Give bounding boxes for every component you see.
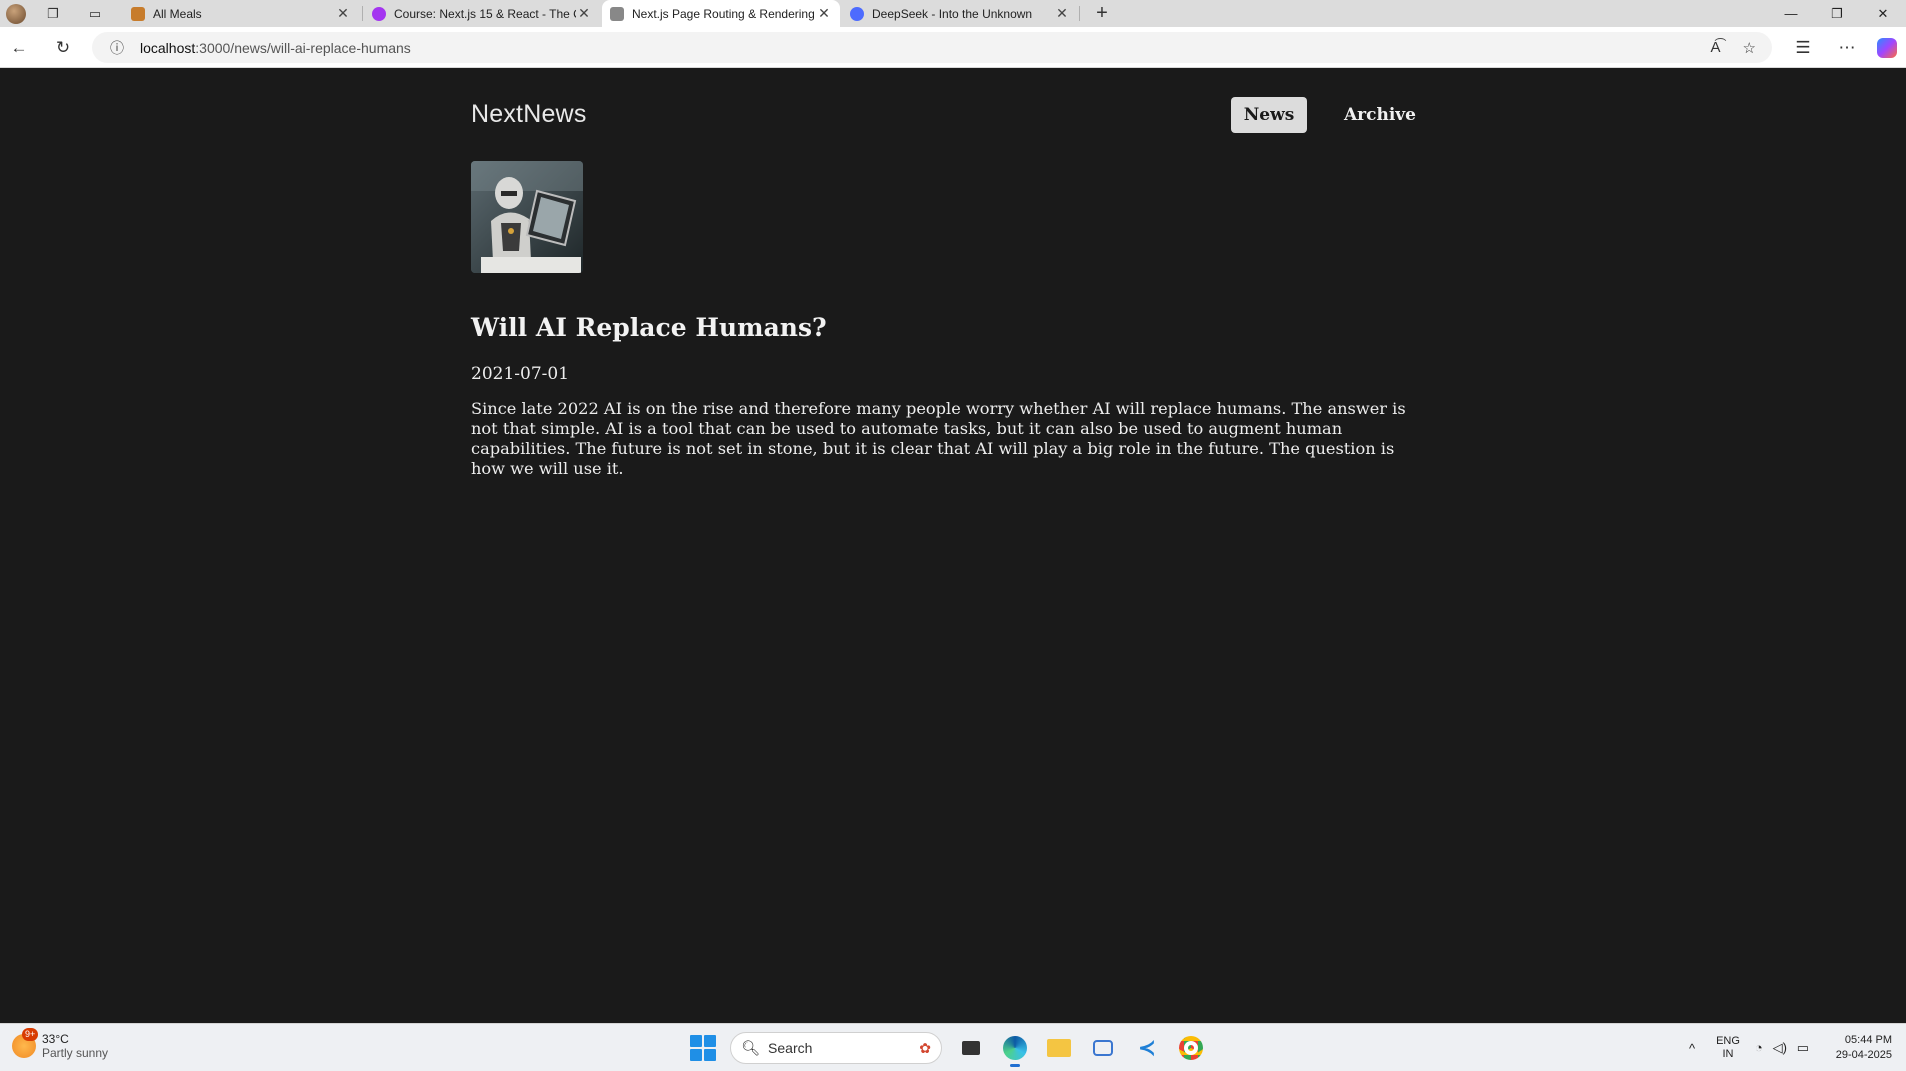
notification-badge: 9+	[22, 1028, 39, 1041]
tab-separator	[362, 6, 363, 21]
address-bar-actions: A͡ ☆	[1711, 32, 1756, 63]
article-content: Since late 2022 AI is on the rise and th…	[471, 399, 1406, 478]
tab-page-routing[interactable]: Next.js Page Routing & Rendering ✕	[602, 0, 840, 27]
new-tab-button[interactable]: +	[1090, 0, 1114, 27]
article-date: 2021-07-01	[471, 364, 570, 384]
udemy-favicon-icon	[372, 6, 386, 21]
battery-icon: ▭	[1796, 1040, 1810, 1055]
chat-icon[interactable]	[1088, 1033, 1118, 1063]
page-favicon-icon	[610, 6, 624, 21]
tab-deepseek[interactable]: DeepSeek - Into the Unknown ✕	[842, 0, 1078, 27]
close-icon[interactable]: ✕	[576, 5, 592, 22]
read-aloud-icon[interactable]: A͡	[1711, 39, 1721, 56]
browser-toolbar: ← ↻ ⓘ localhost:3000/news/will-ai-replac…	[0, 27, 1906, 68]
tab-separator	[1079, 6, 1080, 21]
vscode-icon[interactable]: ≺	[1132, 1033, 1162, 1063]
chrome-icon[interactable]	[1176, 1033, 1206, 1063]
wifi-icon: ◔	[1754, 1040, 1763, 1055]
robot-laptop-image	[471, 161, 583, 273]
window-controls: — ❐ ✕	[1768, 0, 1906, 27]
favorite-star-icon[interactable]: ☆	[1743, 39, 1756, 57]
weather-widget[interactable]: 9+ 33°C Partly sunny	[12, 1028, 109, 1060]
back-arrow-icon[interactable]: ←	[6, 35, 32, 61]
minimize-icon[interactable]: —	[1768, 0, 1814, 27]
url-path: :3000/news/will-ai-replace-humans	[195, 39, 411, 56]
article-image[interactable]	[471, 161, 583, 273]
tab-all-meals[interactable]: All Meals ✕	[123, 0, 359, 27]
tab-course[interactable]: Course: Next.js 15 & React - The Complet…	[364, 0, 600, 27]
taskbar-search[interactable]: 🔍︎ Search ✿	[730, 1032, 942, 1064]
tab-title: All Meals	[153, 6, 202, 21]
tab-actions-icon[interactable]: ▭	[80, 0, 110, 27]
restore-icon[interactable]: ❐	[1814, 0, 1860, 27]
clock[interactable]: 05:44 PM 29-04-2025	[1814, 1033, 1906, 1063]
tab-title: Course: Next.js 15 & React - The Complet…	[394, 6, 576, 21]
url-text[interactable]: localhost:3000/news/will-ai-replace-huma…	[140, 40, 411, 56]
weather-sun-icon: 9+	[12, 1028, 39, 1058]
volume-icon: ◁)	[1772, 1040, 1787, 1055]
profile-button[interactable]	[0, 0, 30, 27]
taskbar-apps: 🔍︎ Search ✿ ≺	[690, 1030, 1206, 1067]
address-bar[interactable]: ⓘ localhost:3000/news/will-ai-replace-hu…	[92, 32, 1772, 63]
clock-date: 29-04-2025	[1835, 1049, 1892, 1061]
search-placeholder: Search	[768, 1040, 813, 1056]
favorites-list-icon[interactable]: ☰	[1790, 35, 1816, 61]
site-logo[interactable]: NextNews	[471, 100, 587, 129]
deepseek-favicon-icon	[850, 6, 864, 21]
tab-title: DeepSeek - Into the Unknown	[872, 6, 1033, 21]
clock-time: 05:44 PM	[1844, 1034, 1892, 1046]
page-content: NextNews News Archive Will AI Replace Hu…	[0, 68, 1906, 1023]
workspaces-icon[interactable]: ❐	[38, 0, 68, 27]
region-code: IN	[1722, 1048, 1734, 1060]
taskbar: 9+ 33°C Partly sunny 🔍︎ Search ✿ ≺ ^ ENG…	[0, 1023, 1906, 1071]
file-explorer-icon[interactable]	[1044, 1033, 1074, 1063]
url-host: localhost	[140, 39, 196, 56]
windows-start-icon[interactable]	[690, 1035, 716, 1061]
close-icon[interactable]: ✕	[816, 5, 832, 22]
search-icon: 🔍︎	[741, 1040, 761, 1057]
tab-strip: ❐ ▭ All Meals ✕ Course: Next.js 15 & Rea…	[0, 0, 1906, 27]
nav-link-archive[interactable]: Archive	[1340, 97, 1420, 133]
lang-code: ENG	[1716, 1035, 1740, 1047]
chevron-up-icon[interactable]: ^	[1678, 1041, 1706, 1056]
article-title: Will AI Replace Humans?	[471, 313, 827, 342]
tab-title: Next.js Page Routing & Rendering	[632, 6, 815, 21]
system-icons[interactable]: ◔ ◁) ▭	[1750, 1040, 1814, 1056]
weather-temp: 33°C	[42, 1032, 69, 1046]
system-tray: ^ ENG IN ◔ ◁) ▭ 05:44 PM 29-04-2025	[1678, 1024, 1906, 1071]
close-icon[interactable]: ✕	[335, 5, 351, 22]
search-highlight-icon: ✿	[919, 1039, 931, 1056]
task-view-icon[interactable]	[956, 1033, 986, 1063]
weather-condition: Partly sunny	[42, 1046, 109, 1060]
close-icon[interactable]: ✕	[1054, 5, 1070, 22]
close-window-icon[interactable]: ✕	[1860, 0, 1906, 27]
copilot-icon[interactable]	[1874, 35, 1900, 61]
edge-browser-icon[interactable]	[1000, 1033, 1030, 1067]
language-indicator[interactable]: ENG IN	[1706, 1035, 1750, 1061]
site-info-icon[interactable]: ⓘ	[102, 38, 132, 58]
more-options-icon[interactable]: ⋯	[1834, 35, 1860, 61]
refresh-icon[interactable]: ↻	[50, 35, 76, 61]
profile-avatar	[6, 3, 26, 24]
nav-link-news[interactable]: News	[1231, 97, 1307, 133]
meals-favicon-icon	[131, 6, 145, 21]
